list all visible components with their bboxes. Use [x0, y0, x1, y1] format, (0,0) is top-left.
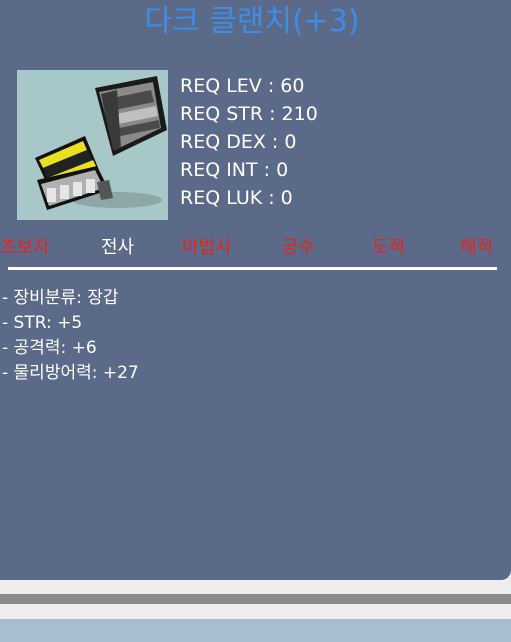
item-image: [17, 70, 168, 220]
job-warrior: 전사: [101, 237, 135, 258]
job-thief: 도적: [372, 237, 406, 258]
bottom-band: [0, 619, 511, 642]
job-pirate: 해적: [460, 237, 494, 258]
requirements-list: REQ LEV : 60 REQ STR : 210 REQ DEX : 0 R…: [180, 72, 318, 212]
stat-category: - 장비분류: 장갑: [2, 288, 119, 308]
item-tooltip-panel: 다크 클랜치(+3) REQ LEV: 60 REQ STR: 210 RE…: [0, 0, 511, 580]
stats-list: - 장비분류: 장갑 - STR: +5 - 공격력: +6 - 물리방어력: …: [2, 286, 139, 386]
req-str: REQ STR : 210: [180, 103, 318, 125]
background-band: [0, 594, 511, 604]
req-luk: REQ LUK : 0: [180, 187, 293, 209]
job-beginner: 초보자: [0, 237, 50, 258]
stat-physical-defense: - 물리방어력: +27: [2, 363, 139, 383]
job-list: 초보자 전사 마법사 궁수 도적 해적: [0, 234, 511, 264]
req-int: REQ INT : 0: [180, 159, 289, 181]
job-bowman: 궁수: [282, 237, 316, 258]
dark-gauntlet-icon: [35, 76, 167, 210]
divider: [8, 267, 497, 270]
stat-str: - STR: +5: [2, 313, 83, 333]
req-level: REQ LEV : 60: [180, 75, 305, 97]
job-magician: 마법사: [182, 237, 232, 258]
req-dex: REQ DEX : 0: [180, 131, 297, 153]
item-name: 다크 클랜치(+3): [144, 4, 360, 39]
stat-attack: - 공격력: +6: [2, 338, 97, 358]
